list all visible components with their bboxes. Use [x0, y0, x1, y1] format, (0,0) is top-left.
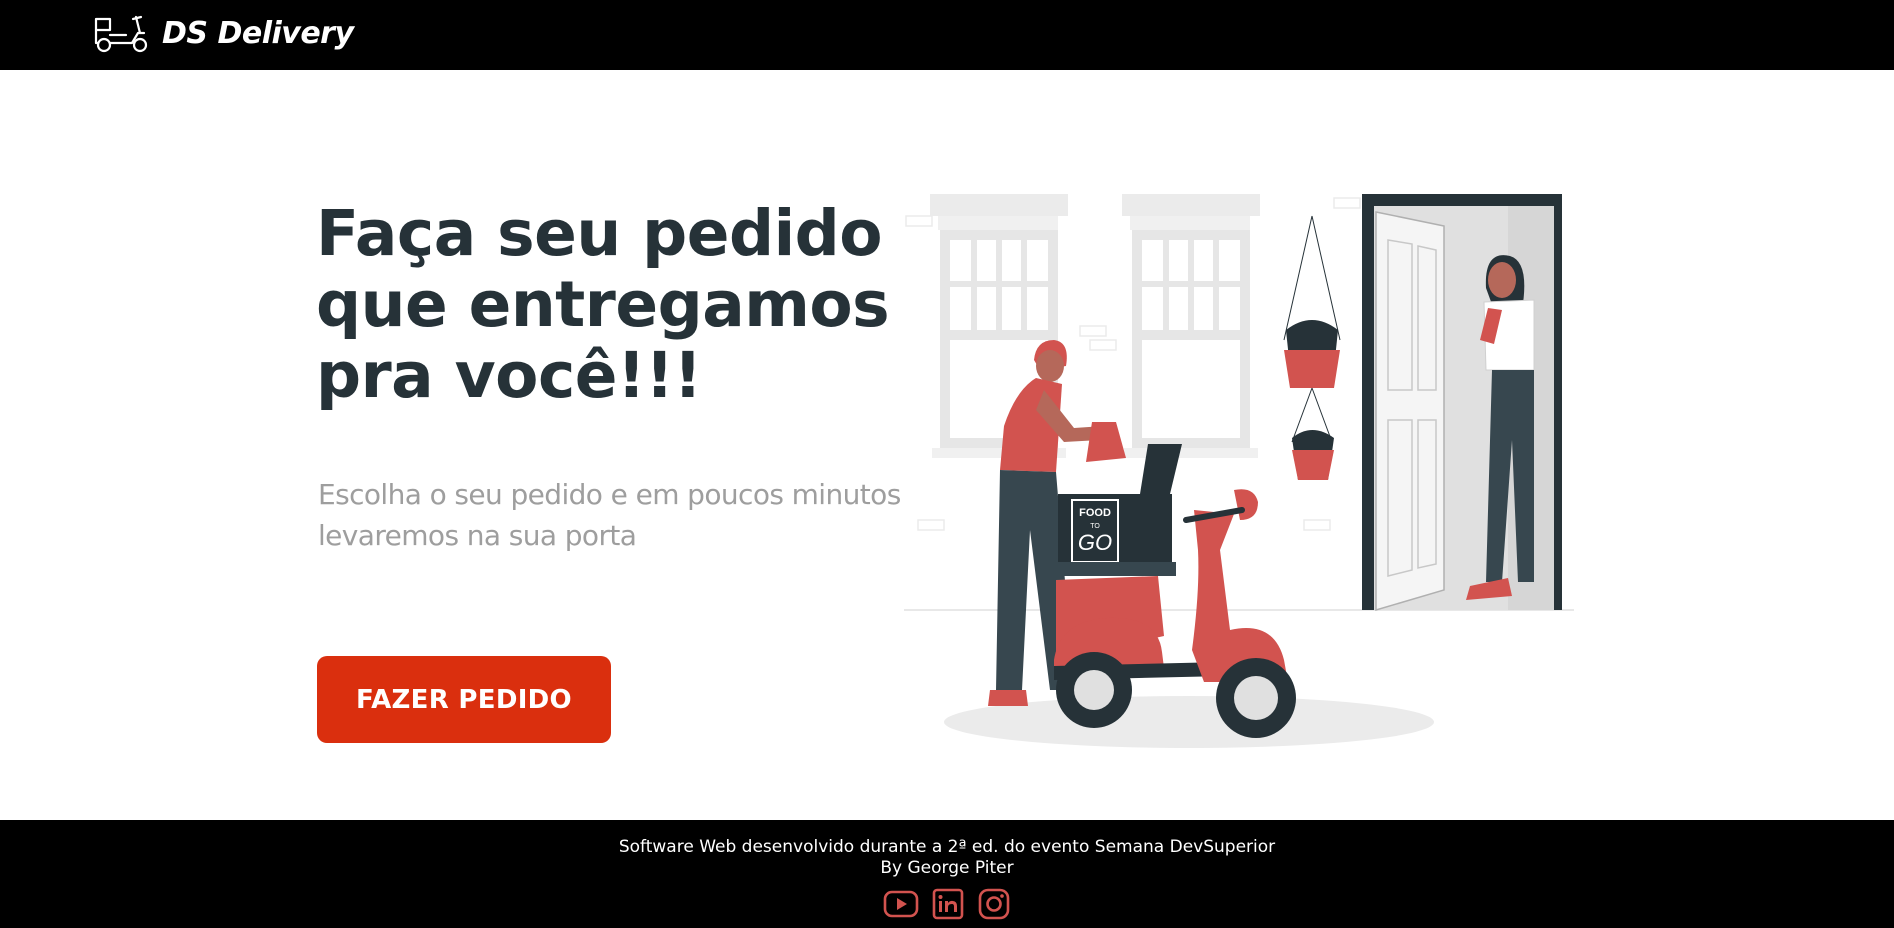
footer-author: By George Piter — [880, 858, 1014, 878]
footer-credits: Software Web desenvolvido durante a 2ª e… — [618, 837, 1276, 857]
brand-name: DS Delivery — [162, 15, 354, 51]
linkedin-icon — [932, 888, 964, 920]
box-text-food: FOOD — [1079, 507, 1111, 519]
hero-title-line: Faça seu pedido — [316, 197, 883, 270]
hero-subtitle: Escolha o seu pedido e em poucos minutos… — [318, 474, 918, 556]
hero-title: Faça seu pedido que entregamos pra você!… — [316, 198, 936, 411]
delivery-scooter-illustration: FOOD TO GO — [904, 194, 1574, 748]
youtube-icon — [883, 890, 919, 918]
youtube-link[interactable] — [882, 888, 920, 920]
linkedin-link[interactable] — [928, 888, 966, 920]
brand-link[interactable]: DS Delivery — [92, 13, 354, 53]
order-button[interactable]: FAZER PEDIDO — [317, 656, 611, 743]
scooter-icon — [94, 15, 148, 53]
box-text-go: GO — [1078, 530, 1112, 555]
social-links — [0, 888, 1894, 920]
hero-title-line: pra você!!! — [316, 339, 702, 412]
instagram-icon — [978, 888, 1010, 920]
footer: Software Web desenvolvido durante a 2ª e… — [0, 820, 1894, 928]
hero-subtitle-line: levaremos na sua porta — [318, 519, 637, 552]
box-text-to: TO — [1090, 523, 1100, 530]
hero-title-line: que entregamos — [316, 268, 890, 341]
navbar: DS Delivery — [0, 0, 1894, 70]
hero-subtitle-line: Escolha o seu pedido e em poucos minutos — [318, 478, 901, 511]
instagram-link[interactable] — [974, 888, 1012, 920]
